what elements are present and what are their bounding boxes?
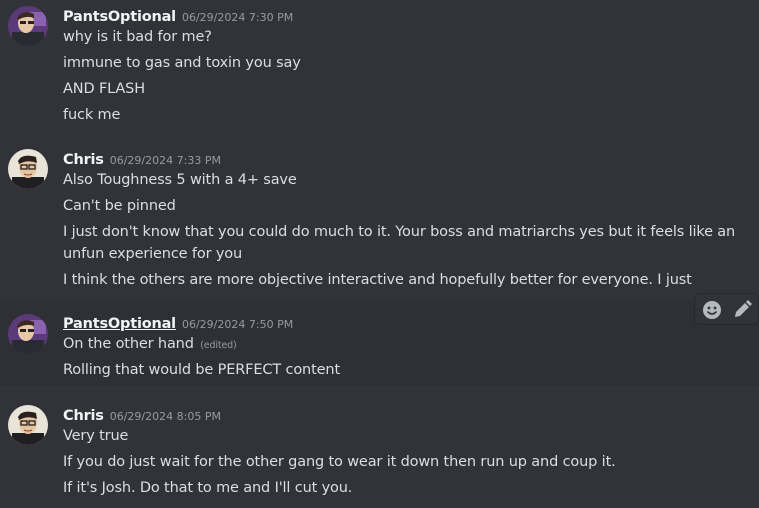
avatar[interactable] <box>8 6 48 46</box>
username[interactable]: Chris <box>63 408 104 424</box>
pencil-icon[interactable] <box>730 298 754 322</box>
message-text: I think the others are more objective in… <box>63 272 692 288</box>
message-text: Also Toughness 5 with a 4+ save <box>63 172 297 188</box>
avatar[interactable] <box>8 314 48 354</box>
timestamp: 06/29/2024 8:05 PM <box>109 410 221 423</box>
message-group: PantsOptional 06/29/2024 7:30 PM why is i… <box>0 6 759 126</box>
timestamp: 06/29/2024 7:33 PM <box>109 154 221 167</box>
username[interactable]: PantsOptional <box>63 316 176 332</box>
message-header: PantsOptional 06/29/2024 7:50 PM <box>63 313 293 335</box>
message-text: Very true <box>63 428 129 444</box>
username[interactable]: Chris <box>63 152 104 168</box>
timestamp: 06/29/2024 7:30 PM <box>181 11 294 24</box>
emoji-icon[interactable] <box>700 298 724 322</box>
message-group: Chris 06/29/2024 7:33 PM Also Toughness 5… <box>0 149 759 293</box>
message-text: why is it bad for me? <box>63 29 212 45</box>
message-text: Rolling that would be PERFECT content <box>63 362 340 378</box>
message-group: Chris 06/29/2024 8:05 PM Very true If you… <box>0 405 759 503</box>
message-group: PantsOptional 06/29/2024 7:50 PM On the o… <box>0 300 759 386</box>
username[interactable]: PantsOptional <box>63 9 176 25</box>
avatar[interactable] <box>8 405 48 445</box>
message-text: I just don't know that you could do much… <box>63 224 736 262</box>
chat-messages: PantsOptional 06/29/2024 7:30 PM why is i… <box>0 0 759 508</box>
message-text: If it's Josh. Do that to me and I'll cut… <box>63 480 353 496</box>
message-text: immune to gas and toxin you say <box>63 55 301 71</box>
edited-label: (edited) <box>200 340 237 351</box>
timestamp: 06/29/2024 7:50 PM <box>181 318 294 331</box>
message-toolbar <box>694 293 759 325</box>
message-text: AND FLASH <box>63 81 145 97</box>
message-text: fuck me <box>63 107 121 123</box>
message-text: If you do just wait for the other gang t… <box>63 454 616 470</box>
message-body: On the other hand <box>63 336 194 352</box>
message-header: Chris 06/29/2024 8:05 PM <box>63 405 221 427</box>
message-header: PantsOptional 06/29/2024 7:30 PM <box>63 6 293 28</box>
message-text: Can't be pinned <box>63 198 176 214</box>
message-text: On the other hand (edited) <box>63 333 748 357</box>
message-header: Chris 06/29/2024 7:33 PM <box>63 149 221 171</box>
avatar[interactable] <box>8 149 48 189</box>
